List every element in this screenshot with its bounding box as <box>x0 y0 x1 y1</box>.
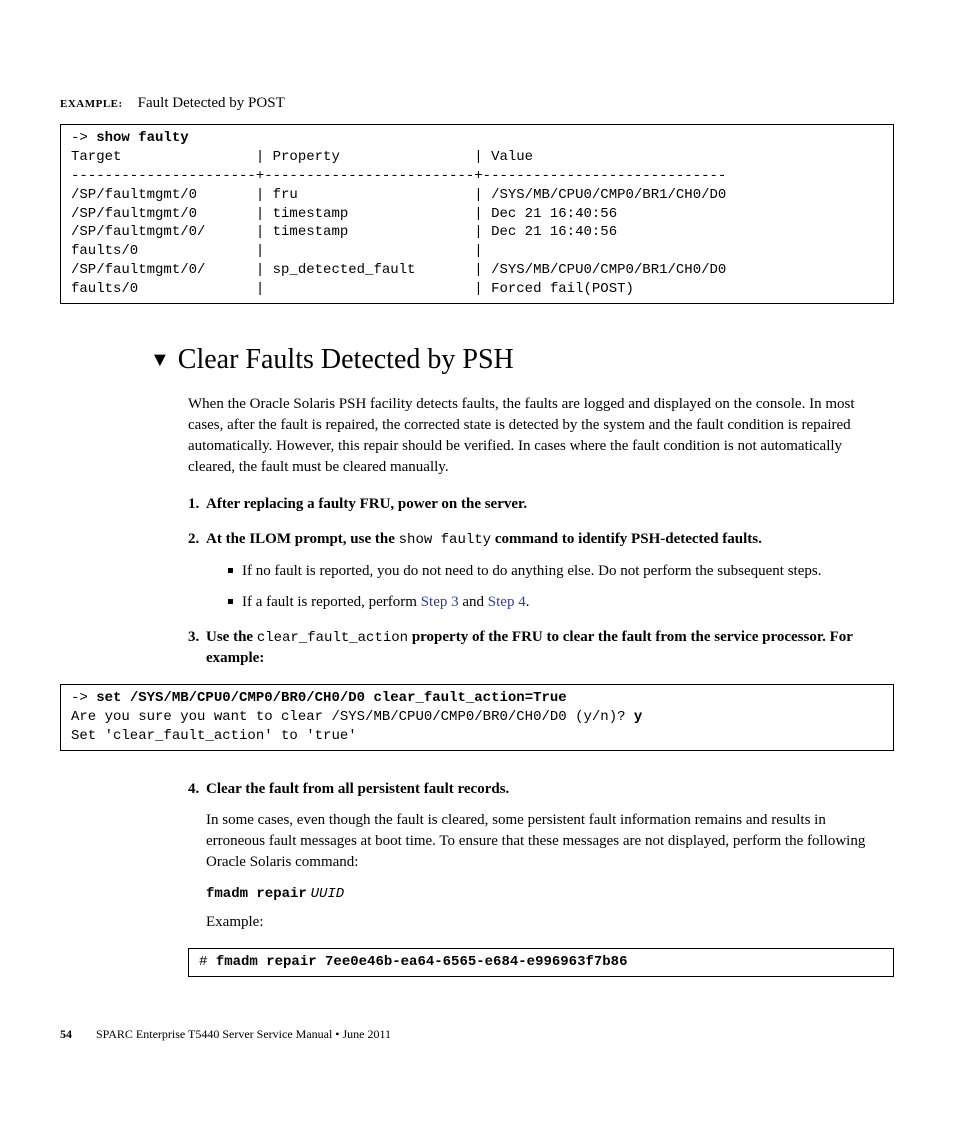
code-block-clear-fault: -> set /SYS/MB/CPU0/CMP0/BR0/CH0/D0 clea… <box>60 684 894 751</box>
step-3: Use the clear_fault_action property of t… <box>188 627 884 670</box>
step-4-para: In some cases, even though the fault is … <box>206 810 884 873</box>
step-4-command: fmadm repair UUID <box>206 883 884 905</box>
step-list: After replacing a faulty FRU, power on t… <box>188 494 884 669</box>
code-block-show-faulty: -> show faulty Target | Property | Value… <box>60 124 894 304</box>
step-1-text: After replacing a faulty FRU, power on t… <box>206 496 527 512</box>
step-1: After replacing a faulty FRU, power on t… <box>188 494 884 515</box>
intro-paragraph: When the Oracle Solaris PSH facility det… <box>188 394 884 478</box>
section-heading: ▼ Clear Faults Detected by PSH <box>150 344 894 376</box>
step-4: Clear the fault from all persistent faul… <box>188 779 884 934</box>
step-3-text: Use the clear_fault_action property of t… <box>206 629 853 667</box>
section-title: Clear Faults Detected by PSH <box>178 344 514 376</box>
code-block-fmadm-repair: # fmadm repair 7ee0e46b-ea64-6565-e684-e… <box>188 948 894 977</box>
link-step-3[interactable]: Step 3 <box>421 594 459 610</box>
bullet-fault-reported: If a fault is reported, perform Step 3 a… <box>228 592 884 613</box>
footer-text: SPARC Enterprise T5440 Server Service Ma… <box>96 1027 391 1042</box>
triangle-down-icon: ▼ <box>150 349 170 372</box>
step-list-cont: Clear the fault from all persistent faul… <box>188 779 884 934</box>
step-2-text: At the ILOM prompt, use the show faulty … <box>206 531 762 547</box>
step-4-title: Clear the fault from all persistent faul… <box>206 781 509 797</box>
example-title: Fault Detected by POST <box>126 95 284 111</box>
step-2: At the ILOM prompt, use the show faulty … <box>188 529 884 613</box>
example-header: EXAMPLE: Fault Detected by POST <box>60 95 894 112</box>
page-footer: 54 SPARC Enterprise T5440 Server Service… <box>60 1027 894 1042</box>
link-step-4[interactable]: Step 4 <box>488 594 526 610</box>
bullet-no-fault: If no fault is reported, you do not need… <box>228 561 884 582</box>
example-label: EXAMPLE: <box>60 98 123 110</box>
step-4-example-label: Example: <box>206 912 884 933</box>
step-2-bullets: If no fault is reported, you do not need… <box>206 561 884 613</box>
page-number: 54 <box>60 1027 72 1042</box>
